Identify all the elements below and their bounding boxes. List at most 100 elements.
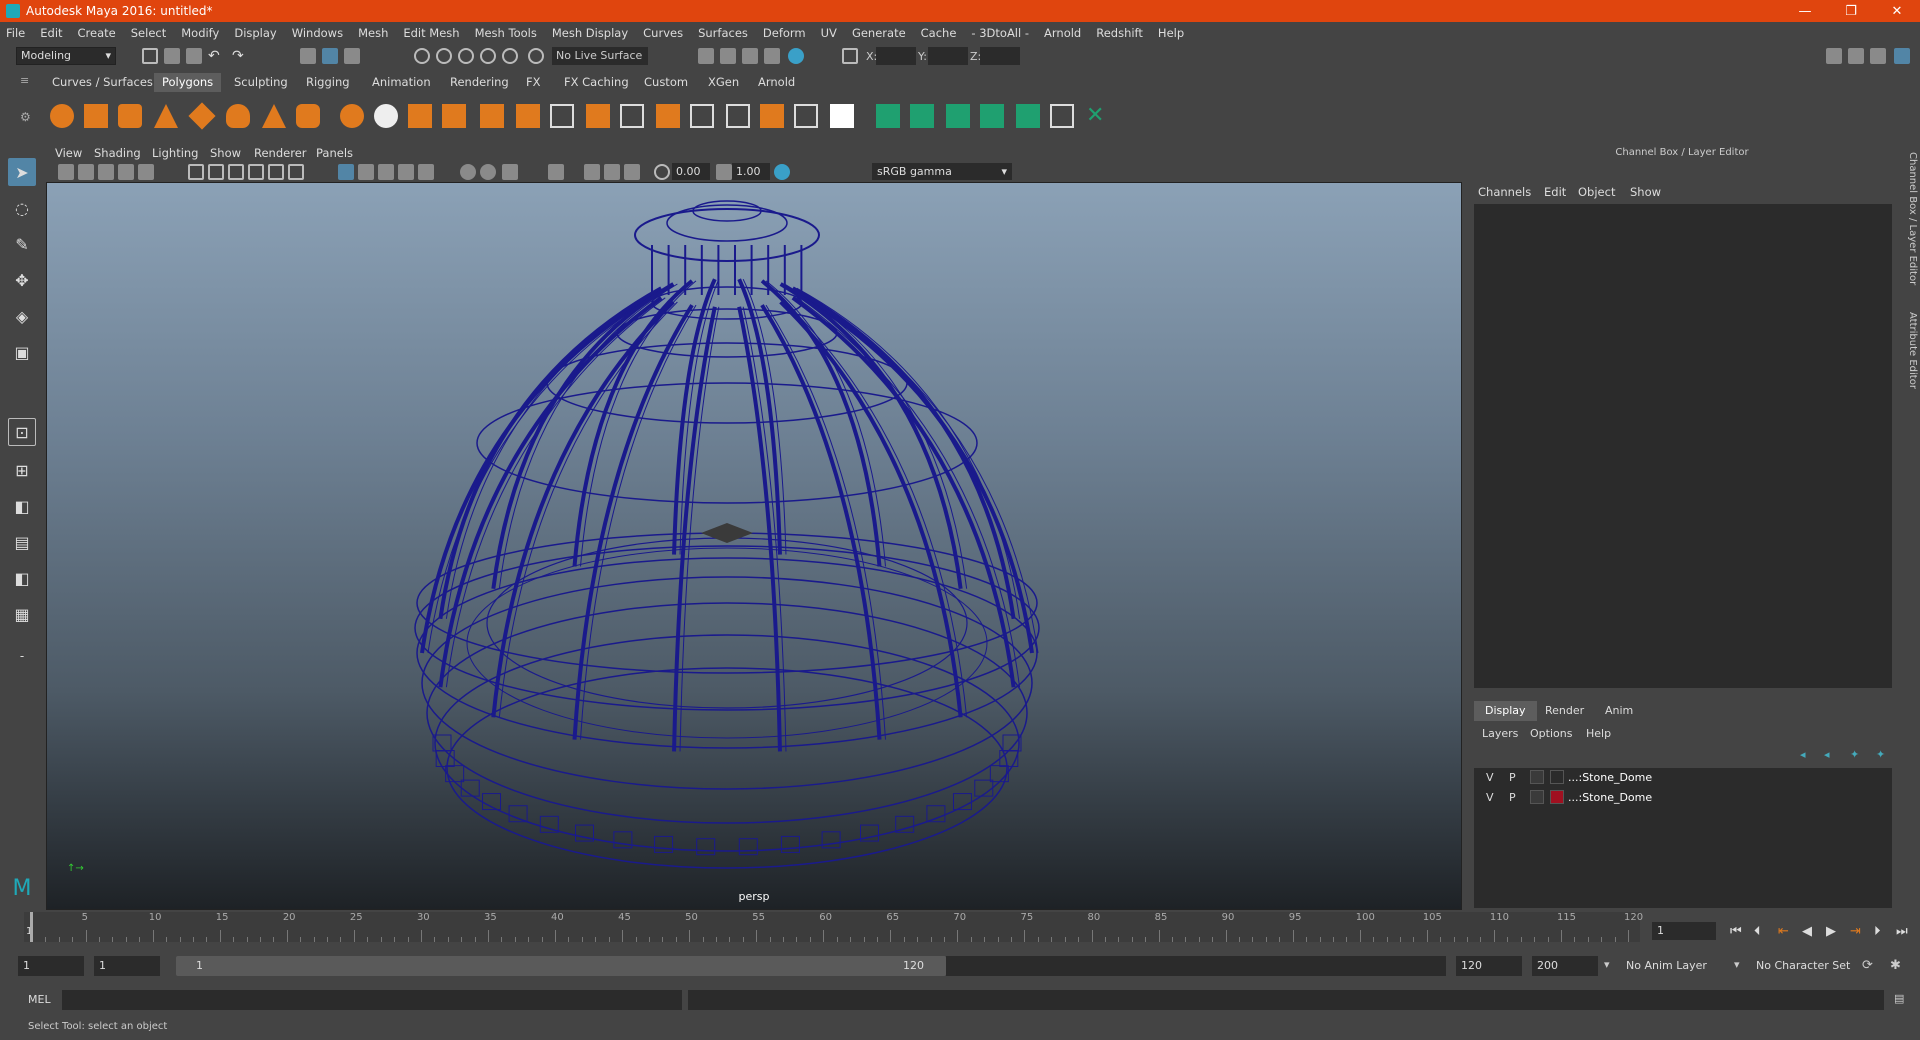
paint-select-tool-icon[interactable]: ✎ (8, 230, 36, 258)
snap-curve-icon[interactable] (436, 48, 452, 64)
open-scene-icon[interactable] (164, 48, 180, 64)
quad-draw-icon[interactable] (794, 104, 818, 128)
persp-graph-layout-icon[interactable]: ▤ (8, 528, 36, 556)
snap-point-icon[interactable] (458, 48, 474, 64)
gate-mask-icon[interactable] (248, 164, 264, 180)
smooth-icon[interactable] (442, 104, 466, 128)
single-perspective-layout-icon[interactable]: ⊡ (8, 418, 36, 446)
range-start-field[interactable]: 1 (94, 956, 160, 976)
range-slider[interactable]: 1 120 (176, 956, 946, 976)
layer-type-toggle[interactable] (1530, 790, 1544, 804)
toggle-attribute-editor-icon[interactable] (1848, 48, 1864, 64)
move-layer-down-icon[interactable]: ◂ (1824, 748, 1830, 761)
hypershade-icon[interactable] (788, 48, 804, 64)
tab-fx-caching[interactable]: FX Caching (556, 73, 637, 92)
transform-mode-icon[interactable] (842, 48, 858, 64)
boolean-icon[interactable] (480, 104, 504, 128)
persp-uv-layout-icon[interactable]: ▦ (8, 600, 36, 628)
tab-curves-surfaces[interactable]: Curves / Surfaces (44, 73, 161, 92)
stone-dome-wireframe[interactable] (47, 183, 1462, 910)
menu-mesh[interactable]: Mesh (358, 26, 388, 40)
layer-color-swatch[interactable] (1550, 770, 1564, 784)
smooth-shade-icon[interactable] (358, 164, 374, 180)
le-menu-layers[interactable]: Layers (1482, 727, 1518, 740)
current-frame-field[interactable]: 1 (1652, 922, 1716, 940)
mel-label[interactable]: MEL (28, 993, 51, 1006)
tab-animation[interactable]: Animation (364, 73, 439, 92)
menu-mesh-display[interactable]: Mesh Display (552, 26, 628, 40)
snap-grid-icon[interactable] (414, 48, 430, 64)
tab-display[interactable]: Display (1474, 701, 1537, 721)
render-settings-icon[interactable] (764, 48, 780, 64)
field-chart-icon[interactable] (268, 164, 284, 180)
toggle-modeling-toolkit-icon[interactable] (1826, 48, 1842, 64)
layer-type-toggle[interactable] (1530, 770, 1544, 784)
snap-view-icon[interactable] (480, 48, 496, 64)
multi-cut-icon[interactable] (690, 104, 714, 128)
average-vertices-icon[interactable] (516, 104, 540, 128)
hud-icon[interactable] (624, 164, 640, 180)
layer-playback-toggle[interactable]: P (1509, 791, 1516, 804)
xray-active-icon[interactable] (604, 164, 620, 180)
gamma-icon[interactable] (716, 164, 732, 180)
play-forward-icon[interactable]: ▶ (1826, 924, 1836, 939)
bridge-icon[interactable] (550, 104, 574, 128)
vp-menu-show[interactable]: Show (210, 146, 241, 160)
tab-rendering[interactable]: Rendering (442, 73, 517, 92)
layer-visibility-toggle[interactable]: V (1486, 791, 1494, 804)
layer-name[interactable]: ...:Stone_Dome (1568, 791, 1652, 804)
uv-cylindrical-icon[interactable] (910, 104, 934, 128)
vp-menu-view[interactable]: View (55, 146, 82, 160)
safe-action-icon[interactable] (288, 164, 304, 180)
tab-fx[interactable]: FX (518, 73, 549, 92)
vp-menu-lighting[interactable]: Lighting (152, 146, 198, 160)
camera-select-icon[interactable] (58, 164, 74, 180)
ambient-occlusion-icon[interactable] (480, 164, 496, 180)
xray-icon[interactable] (398, 164, 414, 180)
poly-cube-icon[interactable] (84, 104, 108, 128)
step-forward-key-icon[interactable]: ⇥ (1850, 924, 1861, 939)
menu-uv[interactable]: UV (821, 26, 837, 40)
scale-tool-icon[interactable]: ▣ (8, 338, 36, 366)
toggle-channel-box-icon[interactable] (1894, 48, 1910, 64)
exposure-icon[interactable] (654, 164, 670, 180)
tab-xgen[interactable]: XGen (700, 73, 747, 92)
exposure-field[interactable]: 0.00 (672, 163, 710, 180)
uv-layout-icon[interactable]: ✕ (1086, 104, 1110, 128)
shelf-settings-icon[interactable]: ⚙ (20, 110, 31, 124)
tab-anim[interactable]: Anim (1594, 701, 1644, 721)
merge-icon[interactable] (830, 104, 854, 128)
menu-windows[interactable]: Windows (292, 26, 343, 40)
uv-unfold-icon[interactable] (1016, 104, 1040, 128)
film-gate-icon[interactable] (208, 164, 224, 180)
scene-end-field[interactable]: 200 (1532, 956, 1598, 976)
tab-rigging[interactable]: Rigging (298, 73, 358, 92)
time-slider[interactable]: 5 10 15 20 25 30 35 40 45 50 55 60 65 70 75 80 85 90 95 100… (24, 912, 1643, 942)
vp-menu-panels[interactable]: Panels (316, 146, 353, 160)
layer-row[interactable]: V P ...:Stone_Dome (1478, 788, 1886, 806)
move-tool-icon[interactable]: ✥ (8, 266, 36, 294)
restore-button[interactable]: ❐ (1828, 0, 1874, 22)
vp-menu-shading[interactable]: Shading (94, 146, 141, 160)
range-track[interactable] (946, 956, 1446, 976)
custom-layout-icon[interactable]: - (8, 642, 36, 670)
move-layer-up-icon[interactable]: ◂ (1800, 748, 1806, 761)
menu-select[interactable]: Select (131, 26, 166, 40)
perspective-viewport[interactable]: ↑→ persp (46, 182, 1462, 910)
color-space-dropdown[interactable]: sRGB gamma ▾ (872, 163, 1012, 180)
menu-generate[interactable]: Generate (852, 26, 906, 40)
tab-arnold[interactable]: Arnold (750, 73, 803, 92)
layer-color-swatch[interactable] (1550, 790, 1564, 804)
go-to-start-icon[interactable]: ⏮ (1730, 924, 1742, 939)
toggle-tool-settings-icon[interactable] (1870, 48, 1886, 64)
play-backward-icon[interactable]: ◀ (1802, 924, 1812, 939)
tab-sculpting[interactable]: Sculpting (226, 73, 296, 92)
close-button[interactable]: ✕ (1874, 0, 1920, 22)
menu-help[interactable]: Help (1158, 26, 1184, 40)
ipr-render-icon[interactable] (742, 48, 758, 64)
side-tab-attribute-editor[interactable]: Attribute Editor (1902, 312, 1918, 389)
extrude-icon[interactable] (586, 104, 610, 128)
auto-key-icon[interactable]: ⟳ (1862, 958, 1873, 973)
layer-row[interactable]: V P ...:Stone_Dome (1478, 768, 1886, 786)
shelf-menu-icon[interactable]: ≡ (20, 74, 29, 87)
